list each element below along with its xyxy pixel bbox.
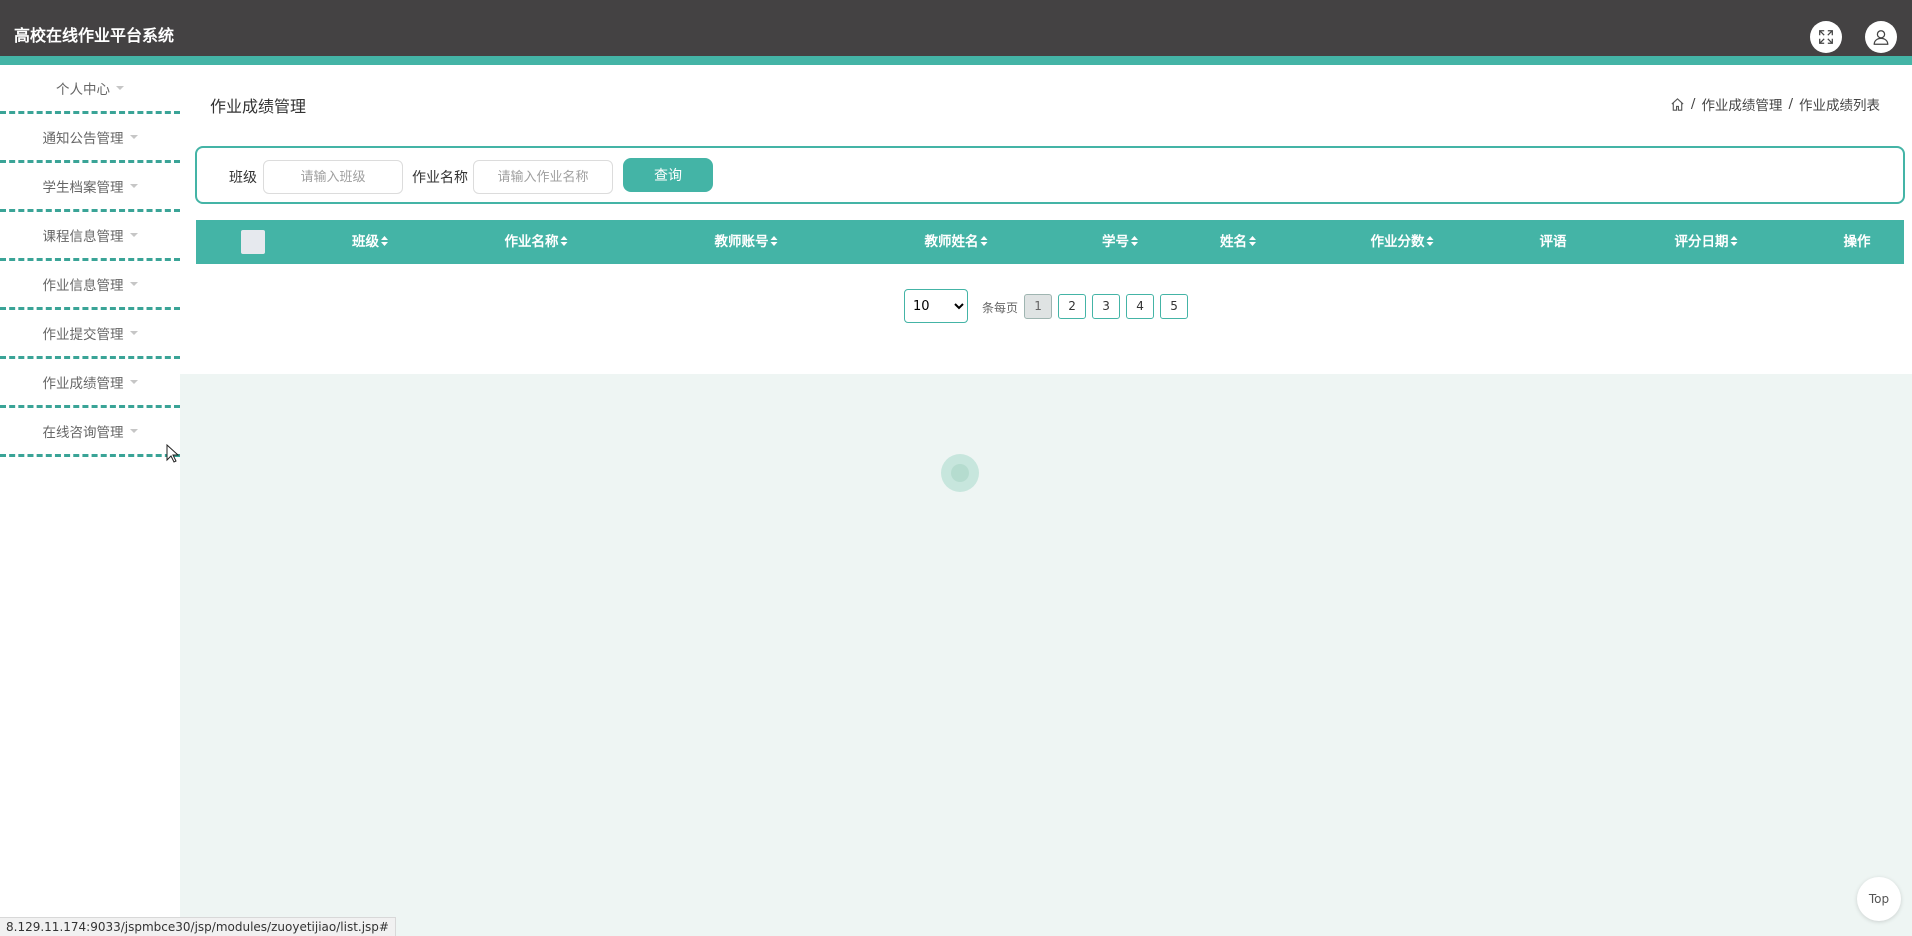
class-input[interactable] xyxy=(263,160,403,194)
sidebar-item-homework-submit[interactable]: 作业提交管理 xyxy=(0,310,180,359)
page-title: 作业成绩管理 xyxy=(210,97,307,116)
caret-down-icon xyxy=(116,86,124,90)
table-header: 班级 作业名称 教师账号 教师姓名 学号 姓名 作业分数 评语 评分日期 操作 xyxy=(196,220,1904,264)
homework-name-input[interactable] xyxy=(473,160,613,194)
sidebar-item-label: 作业信息管理 xyxy=(42,278,124,294)
sidebar-item-homework-info[interactable]: 作业信息管理 xyxy=(0,261,180,310)
column-header-label: 教师姓名 xyxy=(924,234,979,250)
sort-icon xyxy=(1131,236,1138,246)
column-header-comment: 评语 xyxy=(1540,220,1567,264)
search-panel: 班级 作业名称 查询 xyxy=(195,146,1905,204)
page-button-current[interactable]: 1 xyxy=(1024,293,1053,319)
sort-icon xyxy=(1426,236,1434,246)
caret-down-icon xyxy=(129,282,138,286)
home-icon[interactable] xyxy=(1670,97,1685,112)
breadcrumb-separator: / xyxy=(1690,96,1696,112)
sidebar-item-label: 课程信息管理 xyxy=(42,229,124,245)
column-header-label: 作业分数 xyxy=(1370,234,1425,250)
sidebar-item-label: 个人中心 xyxy=(56,82,110,98)
per-page-label: 条每页 xyxy=(982,300,1019,315)
sidebar-item-label: 作业成绩管理 xyxy=(42,376,124,392)
caret-down-icon xyxy=(129,429,138,433)
fullscreen-icon[interactable] xyxy=(1810,21,1842,53)
page-button[interactable]: 5 xyxy=(1160,293,1189,319)
loading-spinner xyxy=(941,454,979,492)
caret-down-icon xyxy=(129,380,138,384)
column-header-teacher-account[interactable]: 教师账号 xyxy=(715,220,778,264)
column-header-grade-date[interactable]: 评分日期 xyxy=(1675,220,1738,264)
sidebar-item-course-info[interactable]: 课程信息管理 xyxy=(0,212,180,261)
page-button[interactable]: 4 xyxy=(1126,293,1155,319)
column-header-label: 学号 xyxy=(1102,234,1129,250)
sidebar-item-label: 学生档案管理 xyxy=(42,180,124,196)
column-header-score[interactable]: 作业分数 xyxy=(1371,220,1434,264)
sort-icon xyxy=(1249,236,1256,246)
breadcrumb-item: 作业成绩列表 xyxy=(1799,98,1880,114)
sidebar-item-label: 通知公告管理 xyxy=(42,131,124,147)
sidebar-item-label: 在线咨询管理 xyxy=(42,425,124,441)
top-bar-accent xyxy=(0,56,1912,65)
app-title: 高校在线作业平台系统 xyxy=(14,26,175,45)
page-button[interactable]: 3 xyxy=(1092,293,1121,319)
sort-icon xyxy=(560,236,568,246)
page-button[interactable]: 2 xyxy=(1058,293,1087,319)
sidebar-item-online-consult[interactable]: 在线咨询管理 xyxy=(0,408,180,457)
sidebar-item-homework-grades[interactable]: 作业成绩管理 xyxy=(0,359,180,408)
column-header-label: 操作 xyxy=(1843,234,1871,250)
search-button[interactable]: 查询 xyxy=(623,158,713,192)
column-header-label: 作业名称 xyxy=(504,234,559,250)
column-header-label: 姓名 xyxy=(1220,234,1247,250)
column-header-actions: 操作 xyxy=(1844,220,1871,264)
sort-icon xyxy=(1730,236,1738,246)
caret-down-icon xyxy=(129,331,138,335)
column-header-class[interactable]: 班级 xyxy=(352,220,388,264)
sort-icon xyxy=(980,236,988,246)
breadcrumb: / 作业成绩管理 / 作业成绩列表 xyxy=(1670,94,1880,114)
content-background xyxy=(180,374,1912,936)
breadcrumb-item[interactable]: 作业成绩管理 xyxy=(1701,94,1782,114)
breadcrumb-separator: / xyxy=(1788,96,1793,112)
status-bar-url: 8.129.11.174:9033/jspmbce30/jsp/modules/… xyxy=(0,917,396,936)
user-icon[interactable] xyxy=(1865,21,1897,53)
column-header-label: 教师账号 xyxy=(714,234,769,250)
sidebar-item-student-records[interactable]: 学生档案管理 xyxy=(0,163,180,212)
column-header-label: 评分日期 xyxy=(1674,234,1729,250)
sidebar-item-personal-center[interactable]: 个人中心 xyxy=(0,65,180,114)
back-to-top-button[interactable]: Top xyxy=(1857,877,1901,921)
pagination: 10 条每页 1 2 3 4 5 xyxy=(904,289,1194,323)
column-header-teacher-name[interactable]: 教师姓名 xyxy=(925,220,988,264)
sidebar-item-notice[interactable]: 通知公告管理 xyxy=(0,114,180,163)
column-header-label: 班级 xyxy=(352,234,379,250)
caret-down-icon xyxy=(129,233,138,237)
sort-icon xyxy=(770,236,778,246)
column-header-student-id[interactable]: 学号 xyxy=(1102,220,1138,264)
sidebar: 个人中心 通知公告管理 学生档案管理 课程信息管理 作业信息管理 作业提交管理 … xyxy=(0,65,180,936)
select-all-checkbox[interactable] xyxy=(241,230,265,254)
top-bar: 高校在线作业平台系统 xyxy=(0,0,1912,56)
column-header-homework-name[interactable]: 作业名称 xyxy=(505,220,568,264)
sort-icon xyxy=(381,236,388,246)
column-header-student-name[interactable]: 姓名 xyxy=(1220,220,1256,264)
caret-down-icon xyxy=(129,184,138,188)
sidebar-item-label: 作业提交管理 xyxy=(42,327,124,343)
homework-name-label: 作业名称 xyxy=(412,170,468,186)
caret-down-icon xyxy=(129,135,138,139)
mouse-cursor-icon xyxy=(166,444,180,463)
page-size-select[interactable]: 10 xyxy=(904,289,968,323)
column-header-label: 评语 xyxy=(1539,234,1567,250)
class-label: 班级 xyxy=(229,170,257,186)
